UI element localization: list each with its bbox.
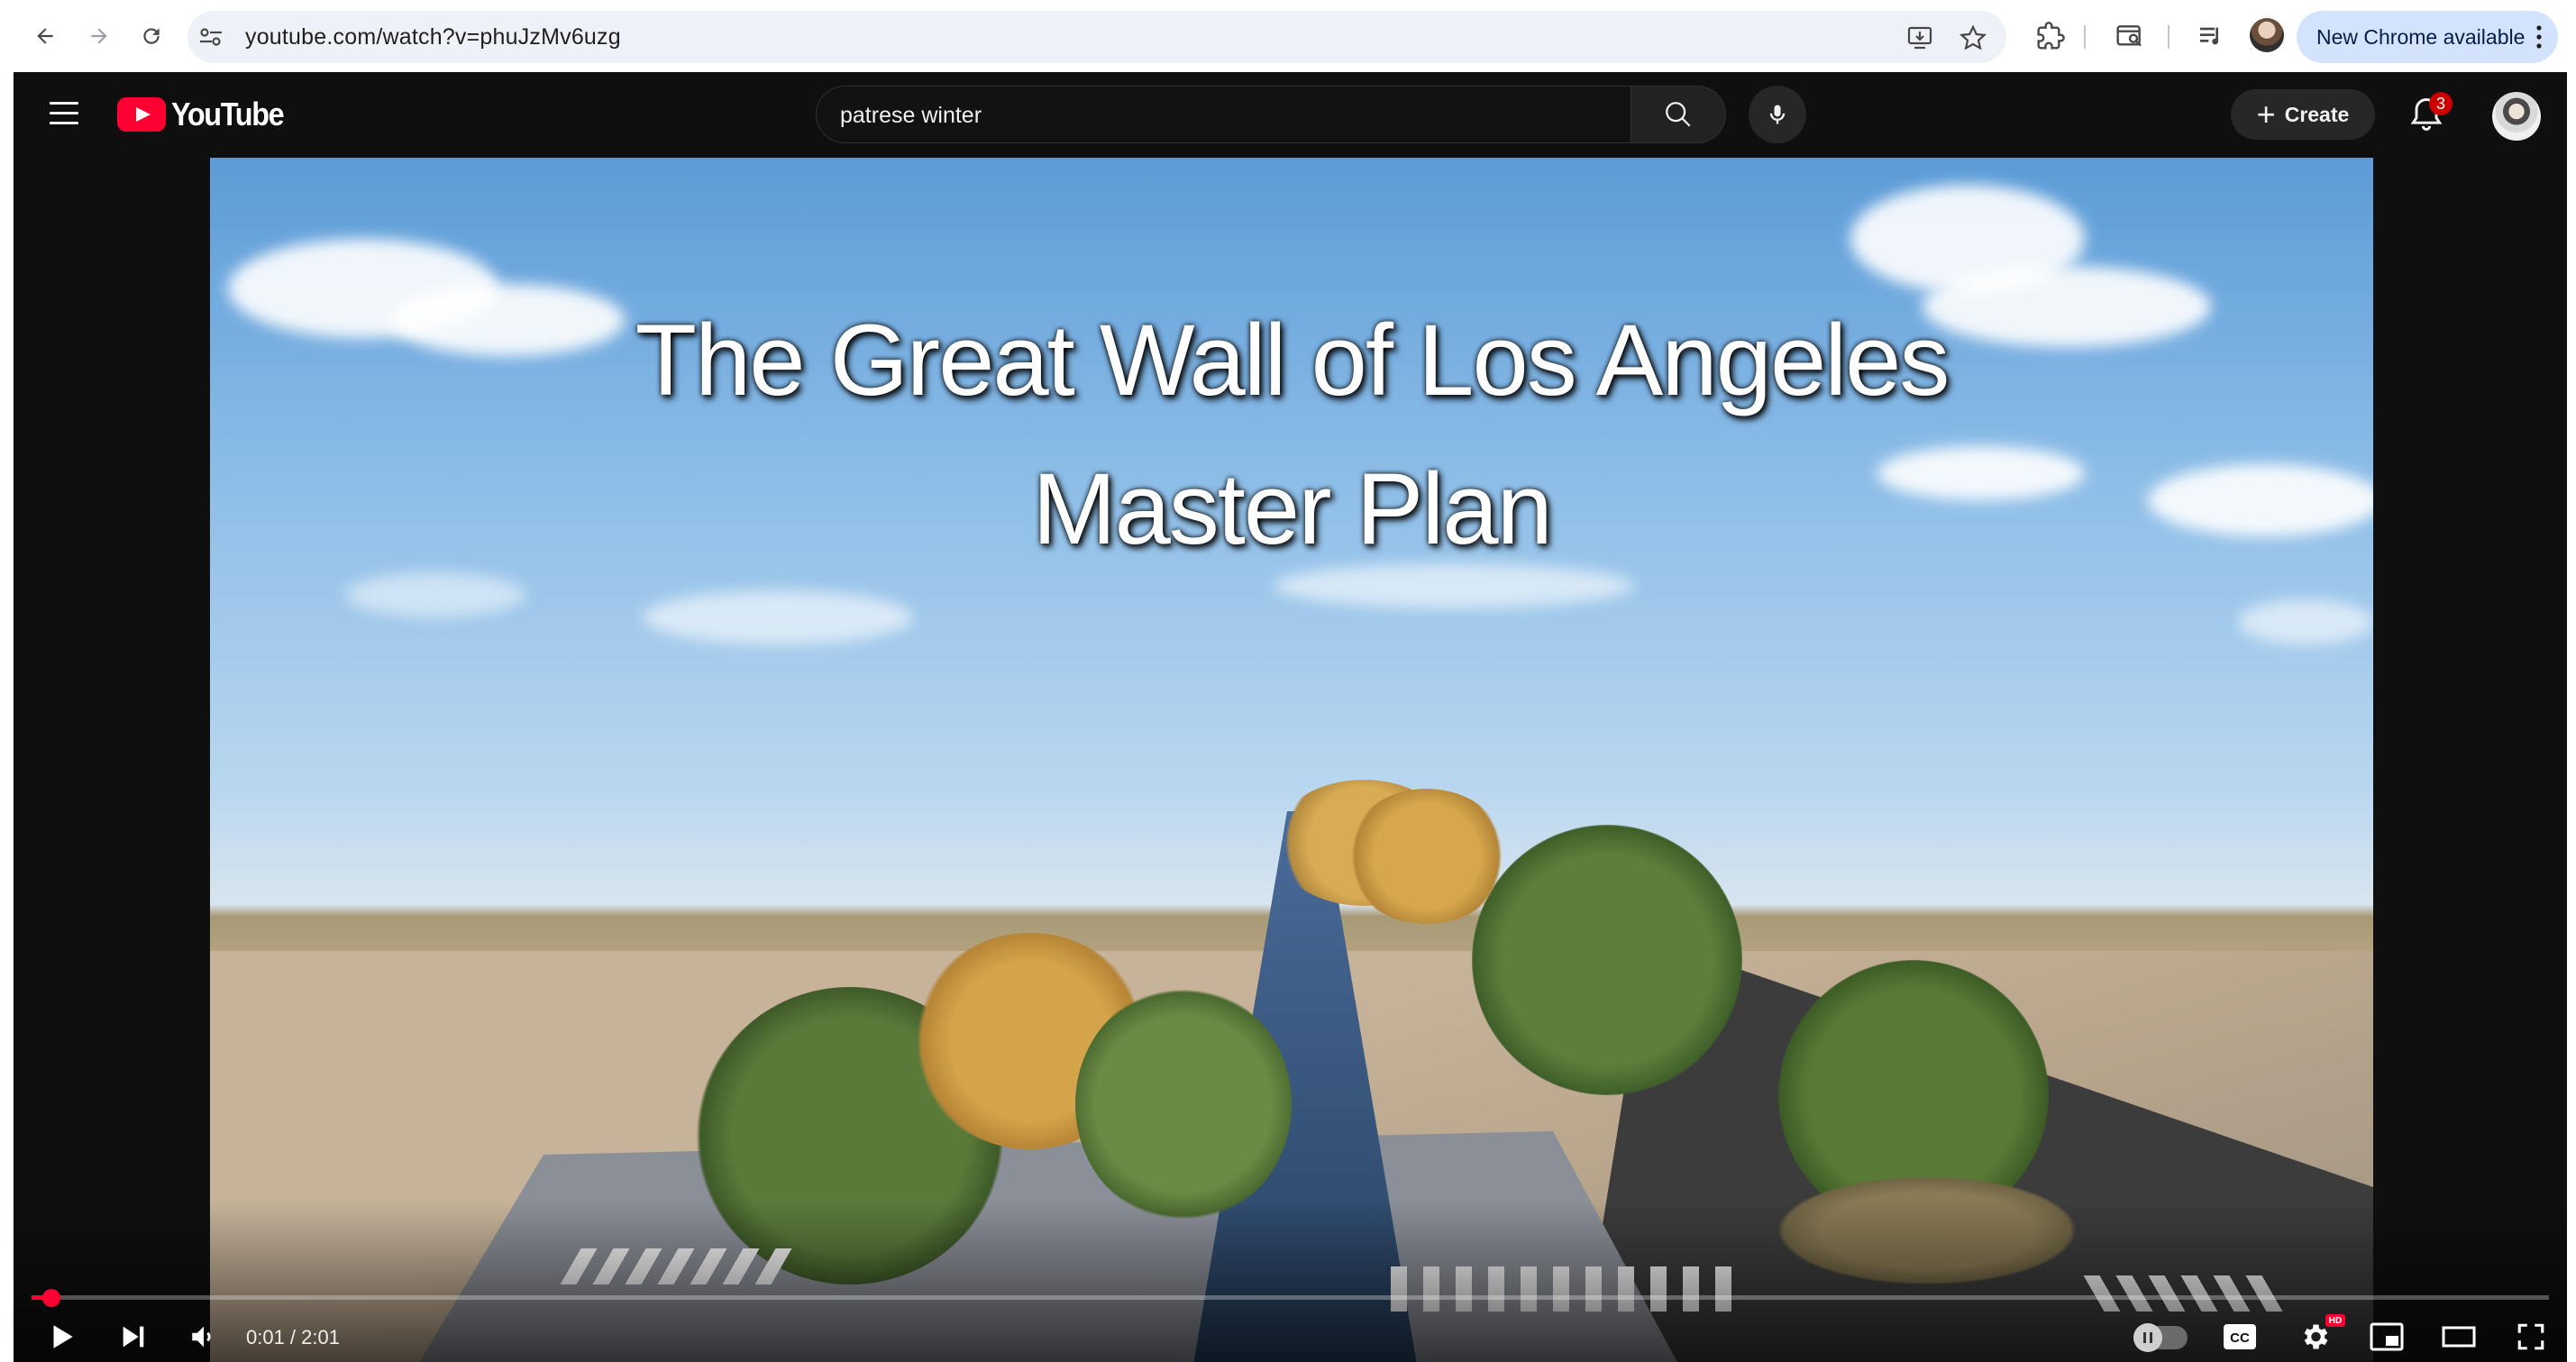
- cloud: [345, 572, 525, 617]
- theater-mode-button[interactable]: [2436, 1314, 2481, 1359]
- search-input[interactable]: [838, 87, 1608, 144]
- subtitles-cc-icon: CC: [2224, 1324, 2256, 1349]
- create-label: Create: [2284, 102, 2350, 126]
- play-button[interactable]: [39, 1314, 84, 1359]
- video-title-overlay-line-1: The Great Wall of Los Angeles: [635, 304, 1950, 416]
- media-controls-icon[interactable]: [2195, 20, 2227, 52]
- progress-bar[interactable]: [32, 1295, 2549, 1300]
- youtube-masthead: YouTube + Create 3: [14, 72, 2567, 158]
- next-icon: [123, 1326, 144, 1348]
- theater-mode-icon: [2442, 1326, 2476, 1348]
- url-text[interactable]: youtube.com/watch?v=phuJzMv6uzg: [245, 24, 621, 50]
- create-button[interactable]: + Create: [2231, 89, 2375, 140]
- next-button[interactable]: [111, 1314, 156, 1359]
- tab-search-icon[interactable]: [2114, 20, 2146, 52]
- play-icon: [53, 1325, 73, 1348]
- kebab-menu-icon[interactable]: [2536, 25, 2542, 49]
- tree: [1075, 987, 1292, 1221]
- update-chrome-button[interactable]: New Chrome available: [2297, 11, 2558, 63]
- back-icon[interactable]: [27, 18, 63, 54]
- guide-menu-icon[interactable]: [50, 102, 78, 125]
- video-frame[interactable]: The Great Wall of Los Angeles Master Pla…: [210, 158, 2373, 1362]
- search-box[interactable]: [816, 86, 1631, 144]
- volume-button[interactable]: [181, 1314, 226, 1359]
- microphone-icon: [1769, 105, 1786, 124]
- cloud: [1274, 563, 1634, 608]
- autoplay-knob: [2133, 1323, 2162, 1352]
- fullscreen-icon: [2517, 1323, 2544, 1350]
- youtube-logo[interactable]: YouTube: [117, 96, 296, 133]
- account-avatar[interactable]: [2492, 92, 2541, 141]
- install-app-icon[interactable]: [1907, 25, 1934, 50]
- miniplayer-button[interactable]: [2364, 1314, 2409, 1359]
- youtube-logo-text: YouTube: [171, 96, 285, 133]
- tree: [1346, 789, 1508, 924]
- plus-icon: +: [2256, 96, 2276, 133]
- cloud: [2238, 599, 2373, 644]
- voice-search-button[interactable]: [1749, 86, 1806, 143]
- autoplay-toggle[interactable]: [2133, 1323, 2188, 1352]
- update-chrome-label: New Chrome available: [2316, 24, 2526, 49]
- miniplayer-icon: [2370, 1322, 2404, 1351]
- volume-icon: [192, 1326, 211, 1348]
- cloud: [643, 590, 913, 644]
- profile-avatar[interactable]: [2250, 18, 2284, 52]
- search-button[interactable]: [1631, 86, 1726, 143]
- search-icon: [1666, 102, 1691, 127]
- time-display: 0:01 / 2:01: [246, 1326, 340, 1348]
- fullscreen-button[interactable]: [2508, 1314, 2553, 1359]
- extensions-icon[interactable]: [2034, 20, 2067, 52]
- address-bar[interactable]: youtube.com/watch?v=phuJzMv6uzg: [187, 11, 2006, 63]
- video-player[interactable]: The Great Wall of Los Angeles Master Pla…: [14, 158, 2567, 1362]
- youtube-play-logo-icon: [117, 97, 166, 132]
- notification-count-badge: 3: [2429, 92, 2453, 115]
- toolbar-divider: [2168, 25, 2170, 49]
- hd-badge: HD: [2325, 1314, 2345, 1327]
- tree: [1472, 825, 1742, 1095]
- subtitles-button[interactable]: CC: [2217, 1314, 2262, 1359]
- video-title-overlay-line-2: Master Plan: [1032, 452, 1553, 565]
- bookmark-star-icon[interactable]: [1959, 25, 1987, 50]
- reload-icon[interactable]: [133, 18, 169, 54]
- site-info-icon[interactable]: [198, 26, 224, 48]
- progress-scrubber-handle[interactable]: [42, 1289, 60, 1307]
- toolbar-divider: [2084, 25, 2086, 49]
- pause-icon: [2143, 1332, 2152, 1343]
- svg-text:CC: CC: [2230, 1330, 2250, 1346]
- browser-toolbar: youtube.com/watch?v=phuJzMv6uzg New Chro…: [0, 0, 2576, 72]
- forward-icon[interactable]: [81, 18, 117, 54]
